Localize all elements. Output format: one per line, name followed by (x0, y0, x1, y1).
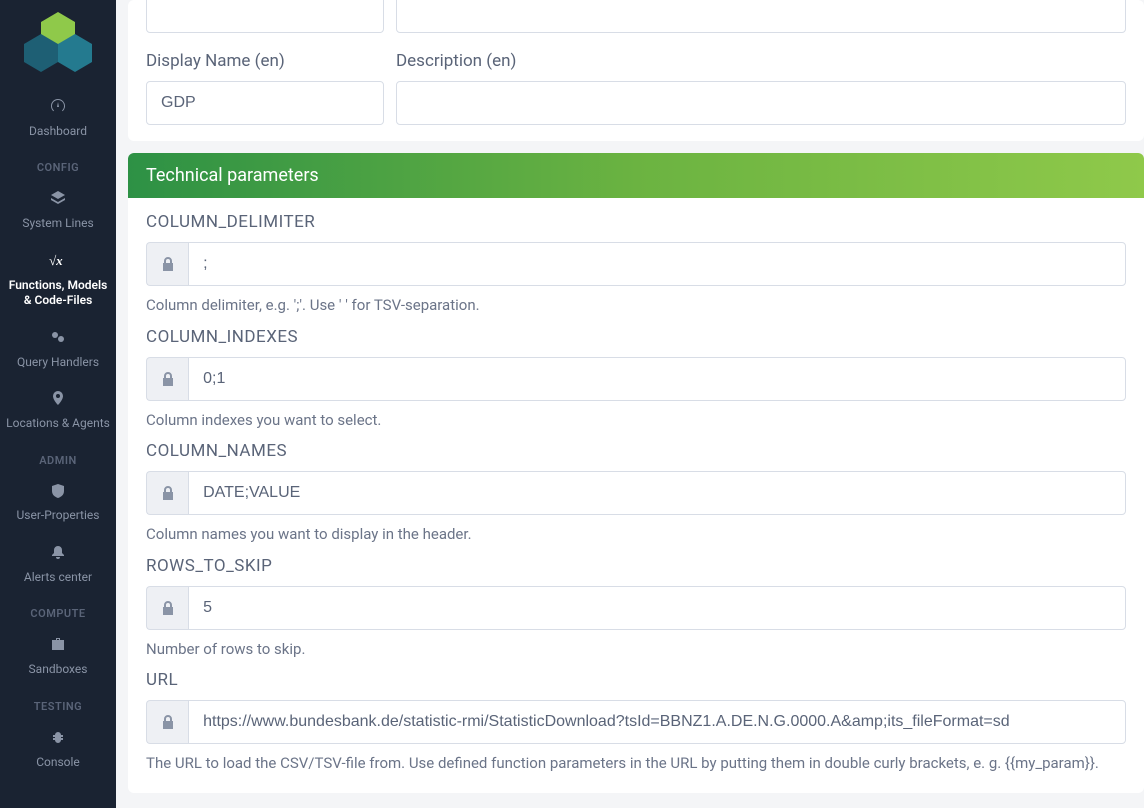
param-help: Column indexes you want to select. (146, 409, 1126, 432)
general-card: Display Name (en) Description (en) (128, 0, 1144, 141)
top-right-input[interactable] (396, 0, 1126, 33)
nav-label: User-Properties (17, 508, 100, 522)
nav-locations-agents[interactable]: Locations & Agents (0, 382, 116, 443)
param-label: COLUMN_INDEXES (146, 327, 1126, 347)
lock-icon[interactable] (146, 357, 188, 401)
param-column_indexes: COLUMN_INDEXES Column indexes you want to… (146, 327, 1126, 432)
svg-text:√x: √x (49, 253, 63, 268)
nav-label: Locations & Agents (6, 416, 110, 430)
param-help: Column names you want to display in the … (146, 523, 1126, 546)
param-label: COLUMN_DELIMITER (146, 212, 1126, 232)
pin-icon (6, 390, 110, 412)
param-help: Number of rows to skip. (146, 638, 1126, 661)
display-name-label: Display Name (en) (146, 51, 384, 71)
param-url: URL The URL to load the CSV/TSV-file from… (146, 670, 1126, 775)
lock-icon[interactable] (146, 586, 188, 630)
nav-dashboard[interactable]: Dashboard (0, 90, 116, 151)
param-input-group (146, 242, 1126, 286)
nav-console[interactable]: Console (0, 721, 116, 782)
app-logo (23, 8, 93, 78)
nav-label: Dashboard (29, 124, 87, 138)
param-rows_to_skip: ROWS_TO_SKIP Number of rows to skip. (146, 556, 1126, 661)
param-label: URL (146, 670, 1126, 690)
display-name-input[interactable] (146, 81, 384, 125)
briefcase-icon (6, 636, 110, 658)
nav-alerts-center[interactable]: Alerts center (0, 536, 116, 597)
bug-icon (6, 729, 110, 751)
fx-icon: √x (6, 252, 110, 274)
sidebar: Dashboard CONFIG System Lines √x Functio… (0, 0, 116, 808)
nav-section-config: CONFIG (0, 151, 116, 182)
main-content: Display Name (en) Description (en) Techn… (116, 0, 1144, 808)
layers-icon (6, 190, 110, 212)
param-input-group (146, 471, 1126, 515)
nav-label: Console (36, 755, 80, 769)
top-left-input[interactable] (146, 0, 384, 33)
lock-icon[interactable] (146, 471, 188, 515)
bell-icon (6, 544, 110, 566)
shield-icon (6, 483, 110, 505)
nav-label: Functions, Models & Code-Files (9, 278, 108, 308)
nav-query-handlers[interactable]: Query Handlers (0, 321, 116, 382)
param-input[interactable] (188, 357, 1126, 401)
lock-icon[interactable] (146, 242, 188, 286)
param-input-group (146, 586, 1126, 630)
nav-label: Sandboxes (29, 662, 88, 676)
nav-section-compute: COMPUTE (0, 597, 116, 628)
nav-system-lines[interactable]: System Lines (0, 182, 116, 243)
technical-panel-header: Technical parameters (128, 153, 1144, 198)
nav-sandboxes[interactable]: Sandboxes (0, 628, 116, 689)
param-input[interactable] (188, 242, 1126, 286)
param-label: ROWS_TO_SKIP (146, 556, 1126, 576)
description-input[interactable] (396, 81, 1126, 125)
param-input[interactable] (188, 471, 1126, 515)
nav-label: Alerts center (24, 570, 92, 584)
nav-label: Query Handlers (17, 355, 99, 369)
nav-functions-models-codefiles[interactable]: √x Functions, Models & Code-Files (0, 244, 116, 321)
param-label: COLUMN_NAMES (146, 441, 1126, 461)
lock-icon[interactable] (146, 700, 188, 744)
param-column_delimiter: COLUMN_DELIMITER Column delimiter, e.g. '… (146, 212, 1126, 317)
nav-user-properties[interactable]: User-Properties (0, 475, 116, 536)
description-label: Description (en) (396, 51, 1126, 71)
nav-label: System Lines (22, 216, 93, 230)
param-help: The URL to load the CSV/TSV-file from. U… (146, 752, 1126, 775)
param-column_names: COLUMN_NAMES Column names you want to dis… (146, 441, 1126, 546)
param-help: Column delimiter, e.g. ';'. Use ' ' for … (146, 294, 1126, 317)
param-input-group (146, 700, 1126, 744)
dashboard-icon (6, 98, 110, 120)
param-input[interactable] (188, 586, 1126, 630)
param-input[interactable] (188, 700, 1126, 744)
nav-section-admin: ADMIN (0, 444, 116, 475)
cogs-icon (6, 329, 110, 351)
param-input-group (146, 357, 1126, 401)
technical-panel: Technical parameters COLUMN_DELIMITER Col… (128, 153, 1144, 793)
nav-section-testing: TESTING (0, 690, 116, 721)
